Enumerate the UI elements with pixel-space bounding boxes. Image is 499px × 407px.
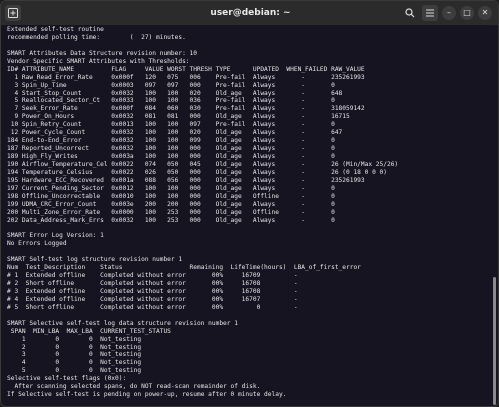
hamburger-menu-icon (425, 9, 435, 21)
terminal-line: SPAN MIN_LBA MAX_LBA CURRENT_TEST_STATUS (7, 327, 171, 335)
terminal-line: 197 Current_Pending_Sector 0x0012 100 10… (7, 184, 335, 192)
terminal-line: 1 0 0 Not_testing (7, 335, 142, 343)
scrollbar-thumb[interactable] (493, 277, 496, 405)
terminal-window: user@debian: ~ – □ ✕ Extended self-test … (0, 0, 499, 407)
terminal-line: 184 End-to-End_Error 0x0032 100 100 099 … (7, 137, 335, 145)
terminal-line: 4 0 0 Not_testing (7, 359, 142, 367)
terminal-line: 9 Power_On_Hours 0x0032 081 081 000 Old_… (7, 113, 350, 121)
terminal-line: 7 Seek_Error_Rate 0x000f 084 060 030 Pre… (7, 105, 365, 113)
terminal-line: 189 High_Fly_Writes 0x003a 100 100 000 O… (7, 153, 335, 160)
terminal-line: Selective self-test flags (0x0): (7, 375, 127, 383)
terminal-line: After scanning selected spans, do NOT re… (7, 383, 261, 391)
terminal-line: 4 Start_Stop_Count 0x0032 100 100 020 Ol… (7, 89, 343, 97)
title-bar[interactable]: user@debian: ~ – □ ✕ (1, 1, 498, 26)
terminal-line: # 3 Extended offline Completed without e… (7, 287, 298, 295)
terminal-line: 190 Airflow_Temperature_Cel 0x0022 074 0… (7, 160, 399, 168)
terminal-line: 3 0 0 Not_testing (7, 351, 142, 359)
terminal-line: 202 Data_Address_Mark_Errs 0x0032 100 25… (7, 216, 335, 224)
close-button[interactable]: ✕ (478, 6, 492, 20)
terminal-line: recommended polling time: ( 27) minutes. (7, 33, 186, 41)
terminal-line: 194 Temperature_Celsius 0x0022 026 050 0… (7, 168, 387, 176)
terminal-line: 12 Power_Cycle_Count 0x0032 100 100 020 … (7, 129, 343, 137)
terminal-line: Extended self-test routine (7, 26, 104, 33)
terminal-line: No Errors Logged (7, 240, 67, 248)
terminal-line: 198 Offline_Uncorrectable 0x0010 100 100… (7, 192, 335, 200)
terminal-line: 10 Spin_Retry_Count 0x0013 100 100 097 P… (7, 121, 335, 129)
terminal-line: 200 Multi_Zone_Error_Rate 0x0000 100 253… (7, 208, 335, 216)
terminal-line: 5 0 0 Not_testing (7, 367, 142, 375)
terminal-line: # 1 Extended offline Completed without e… (7, 272, 298, 280)
terminal-line: 195 Hardware_ECC_Recovered 0x001a 088 05… (7, 176, 365, 184)
terminal-line: Num Test_Description Status Remaining Li… (7, 264, 361, 272)
terminal-output[interactable]: Extended self-test routine recommended po… (1, 25, 491, 406)
terminal-line: SMART Self-test log structure revision n… (7, 256, 183, 264)
terminal-line: 1 Raw_Read_Error_Rate 0x000f 120 075 006… (7, 73, 365, 81)
terminal-line: # 5 Short offline Completed without erro… (7, 303, 298, 311)
terminal-line: # 4 Extended offline Completed without e… (7, 295, 298, 303)
scrollbar[interactable] (493, 27, 496, 405)
terminal-line: 3 Spin_Up_Time 0x0003 097 097 000 Pre-fa… (7, 81, 335, 89)
terminal-line: 5 Reallocated_Sector_Ct 0x0033 100 100 0… (7, 97, 335, 105)
terminal-line: 187 Reported_Uncorrect 0x0032 100 100 00… (7, 145, 335, 153)
terminal-line: 2 0 0 Not_testing (7, 343, 142, 351)
maximize-button[interactable]: □ (460, 6, 474, 20)
terminal-line: If Selective self-test is pending on pow… (7, 391, 287, 399)
terminal-line: SMART Attributes Data Structure revision… (7, 49, 197, 57)
terminal-line: ID# ATTRIBUTE_NAME FLAG VALUE WORST THRE… (7, 65, 365, 73)
terminal-line: SMART Error Log Version: 1 (7, 232, 104, 240)
terminal-line: SMART Selective self-test log data struc… (7, 319, 238, 327)
menu-button[interactable] (422, 5, 438, 21)
terminal-line: 199 UDMA_CRC_Error_Count 0x003e 200 200 … (7, 200, 335, 208)
terminal-line: # 2 Short offline Completed without erro… (7, 280, 298, 287)
minimize-button[interactable]: – (442, 6, 456, 20)
terminal-line: Vendor Specific SMART Attributes with Th… (7, 57, 190, 65)
search-icon (405, 8, 415, 21)
search-button[interactable] (402, 5, 418, 21)
